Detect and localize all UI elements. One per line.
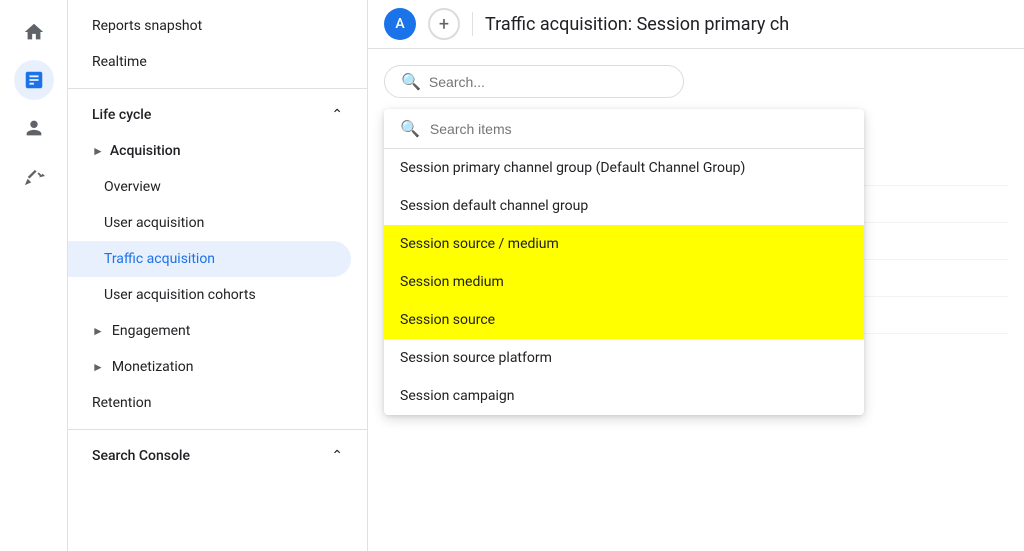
monetization-arrow-icon: ► [92, 360, 104, 374]
home-icon[interactable] [14, 12, 54, 52]
acquisition-section[interactable]: ► Acquisition [68, 133, 367, 169]
header-bar: A + Traffic acquisition: Session primary… [368, 0, 1024, 49]
add-view-button[interactable]: + [428, 8, 460, 40]
analytics-icon[interactable] [14, 60, 54, 100]
header-divider [472, 12, 473, 36]
lifecycle-section[interactable]: Life cycle ⌃ [68, 97, 367, 133]
realtime-item[interactable]: Realtime [68, 44, 367, 80]
dropdown-search-icon: 🔍 [400, 119, 420, 138]
dropdown-search-bar[interactable]: 🔍 [384, 109, 864, 149]
dropdown-item-3[interactable]: Session medium [384, 263, 864, 301]
overview-item[interactable]: Overview [68, 169, 367, 205]
dropdown-item-6[interactable]: Session campaign [384, 377, 864, 415]
dropdown-item-2[interactable]: Session source / medium [384, 225, 864, 263]
reports-snapshot-item[interactable]: Reports snapshot [68, 8, 367, 44]
chevron-up-icon: ⌃ [331, 107, 343, 123]
content-area: 🔍 1 2 3 4 5 🔍 [368, 49, 1024, 551]
retention-item[interactable]: Retention [68, 385, 367, 421]
monetization-item[interactable]: ► Monetization [68, 349, 367, 385]
dropdown-item-0[interactable]: Session primary channel group (Default C… [384, 149, 864, 187]
main-search-bar[interactable]: 🔍 [384, 65, 684, 98]
user-acquisition-cohorts-item[interactable]: User acquisition cohorts [68, 277, 367, 313]
search-icon: 🔍 [401, 72, 421, 91]
dropdown-item-4[interactable]: Session source [384, 301, 864, 339]
dropdown-item-1[interactable]: Session default channel group [384, 187, 864, 225]
person-icon[interactable] [14, 108, 54, 148]
search-console-section[interactable]: Search Console ⌃ [68, 438, 367, 474]
traffic-acquisition-item[interactable]: Traffic acquisition [68, 241, 351, 277]
search-input[interactable] [429, 74, 667, 90]
nav-divider-1 [68, 88, 367, 89]
satellite-icon[interactable] [14, 156, 54, 196]
arrow-icon: ► [92, 144, 104, 158]
dimension-dropdown: 🔍 Session primary channel group (Default… [384, 109, 864, 415]
engagement-arrow-icon: ► [92, 324, 104, 338]
main-content: A + Traffic acquisition: Session primary… [368, 0, 1024, 551]
dropdown-search-input[interactable] [430, 121, 848, 137]
nav-divider-2 [68, 429, 367, 430]
avatar-button[interactable]: A [384, 8, 416, 40]
engagement-item[interactable]: ► Engagement [68, 313, 367, 349]
page-title: Traffic acquisition: Session primary ch [485, 14, 789, 35]
sidebar: Reports snapshot Realtime Life cycle ⌃ ►… [68, 0, 368, 551]
icon-rail [0, 0, 68, 551]
user-acquisition-item[interactable]: User acquisition [68, 205, 367, 241]
chevron-up-icon-2: ⌃ [331, 448, 343, 464]
dropdown-item-5[interactable]: Session source platform [384, 339, 864, 377]
